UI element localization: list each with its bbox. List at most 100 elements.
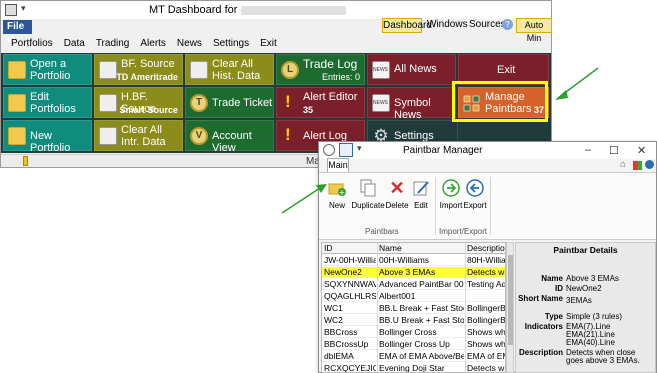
- menu-portfolios[interactable]: Portfolios: [11, 36, 53, 51]
- table-row[interactable]: WC2 BB.U Break + Fast StochBollingerBra: [322, 315, 505, 326]
- maximize-icon[interactable]: ☐: [609, 144, 619, 157]
- dashboard-menubar: Portfolios Data Trading Alerts News Sett…: [1, 36, 551, 51]
- new-button[interactable]: + New: [323, 179, 351, 210]
- open-portfolio-tile[interactable]: Open a Portfolio: [3, 54, 92, 85]
- table-row[interactable]: QQAGLHLRSEAlbert001: [322, 291, 505, 302]
- detail-label-description: Description: [518, 348, 563, 357]
- account-view-icon: V: [190, 127, 208, 145]
- clear-hist-data-tile[interactable]: Clear All Hist. Data: [185, 54, 274, 85]
- table-row[interactable]: NewOne2 Above 3 EMAs Detects wh: [322, 267, 506, 278]
- table-cell: Detects wh: [467, 267, 506, 277]
- menu-alerts[interactable]: Alerts: [140, 36, 166, 51]
- grid-header: ID Name Description: [322, 243, 505, 254]
- symbol-news-tile[interactable]: NEWS Symbol News: [367, 87, 456, 121]
- minimize-icon[interactable]: –: [585, 144, 591, 156]
- document-clear-icon: [190, 61, 208, 79]
- alert-icon: [281, 125, 299, 145]
- table-cell: Shows whe: [467, 327, 506, 337]
- table-cell: Bollinger Cross Up: [379, 339, 450, 349]
- new-portfolio-tile[interactable]: New Portfolio: [3, 120, 92, 154]
- quick-access-dropdown-icon[interactable]: ▾: [357, 143, 362, 154]
- document-clear-icon: [99, 127, 117, 145]
- grid-scrollbar[interactable]: [506, 242, 514, 373]
- color-theme-icon[interactable]: [633, 161, 642, 170]
- window-menu-icon[interactable]: [323, 144, 335, 156]
- ribbon-separator: [490, 177, 491, 235]
- import-arrow-icon: [442, 179, 460, 197]
- scrollbar-thumb[interactable]: [508, 255, 513, 345]
- home-icon[interactable]: ⌂: [620, 159, 626, 170]
- tab-main[interactable]: Main: [327, 158, 349, 172]
- dashboard-toggle-button[interactable]: Dashboard: [382, 18, 432, 33]
- delete-x-icon: ✕: [389, 178, 405, 198]
- table-cell: Testing Ad: [467, 279, 506, 289]
- duplicate-icon: [359, 179, 377, 197]
- table-row[interactable]: dblEMA EMA of EMA Above/Bel EMA of EM: [322, 351, 505, 362]
- table-cell: NewOne2: [324, 267, 362, 277]
- windows-button[interactable]: Windows: [427, 19, 468, 30]
- document-chart-icon: [99, 61, 117, 79]
- paintbar-manager-titlebar: ▾ Paintbar Manager – ☐ ✕: [319, 142, 656, 159]
- table-cell: 80H-Williams: [467, 255, 506, 265]
- account-view-tile[interactable]: V Account View: [185, 120, 274, 154]
- table-cell: BB.U Break + Fast Stoch: [379, 315, 464, 325]
- sources-button[interactable]: Sources: [469, 19, 506, 30]
- menu-settings[interactable]: Settings: [213, 36, 249, 51]
- table-row[interactable]: BBCross Bollinger Cross Shows whe: [322, 327, 506, 338]
- help-icon[interactable]: ?: [502, 19, 513, 30]
- alert-editor-tile[interactable]: Alert Editor 35: [276, 87, 365, 118]
- group-label-import-export: Import/Export: [439, 227, 488, 236]
- column-header-id[interactable]: ID: [324, 243, 376, 254]
- column-divider: [465, 243, 466, 372]
- quick-access-icon[interactable]: [5, 4, 17, 16]
- detail-label-type: Type: [544, 312, 563, 321]
- table-row[interactable]: RCXQCYEJIC Evening Doji Star Detects wh: [322, 363, 506, 373]
- menu-data[interactable]: Data: [64, 36, 85, 51]
- detail-label-id: ID: [555, 284, 563, 293]
- column-header-description[interactable]: Description: [467, 243, 505, 254]
- edit-portfolios-tile[interactable]: Edit Portfolios: [3, 87, 92, 118]
- column-header-name[interactable]: Name: [379, 243, 464, 254]
- help-icon[interactable]: [645, 160, 654, 169]
- menu-exit[interactable]: Exit: [260, 36, 277, 51]
- table-cell: SQXYNNWAV: [324, 279, 376, 289]
- close-icon[interactable]: ✕: [637, 144, 646, 157]
- trade-ticket-tile[interactable]: T Trade Ticket: [185, 87, 274, 118]
- table-cell: WC2: [324, 315, 343, 325]
- edit-button[interactable]: Edit: [407, 179, 435, 210]
- trade-log-tile[interactable]: L Trade Log Entries: 0: [276, 54, 365, 85]
- table-row[interactable]: SQXYNNWAV Advanced PaintBar 001 Testing Ad: [322, 279, 506, 290]
- status-indicator-icon: [23, 156, 28, 166]
- bf-source-tile[interactable]: BF. Source TD Ameritrade: [94, 54, 183, 85]
- new-folder-icon: +: [328, 179, 346, 197]
- file-menu-button[interactable]: File ▾: [3, 20, 32, 46]
- group-label-paintbars: Paintbars: [365, 227, 399, 236]
- hbf-source-tile[interactable]: H.BF. Source Smart Source: [94, 87, 183, 118]
- export-button[interactable]: Export: [461, 179, 489, 210]
- all-news-tile[interactable]: NEWS All News: [367, 54, 456, 85]
- table-row[interactable]: BBCrossUp Bollinger Cross Up Shows whe: [322, 339, 505, 350]
- menu-trading[interactable]: Trading: [96, 36, 130, 51]
- clear-intr-data-tile[interactable]: Clear All Intr. Data: [94, 120, 183, 151]
- detail-value-indicators: EMA(7).Line EMA(21).Line EMA(40).Line: [566, 322, 615, 347]
- table-cell: BollingerBra: [467, 303, 506, 313]
- table-cell: Albert001: [379, 291, 416, 301]
- detail-label-indicators: Indicators: [524, 322, 563, 331]
- quick-access-dropdown-icon[interactable]: ▾: [21, 3, 26, 14]
- ribbon-separator: [435, 177, 436, 235]
- table-cell: dblEMA: [324, 351, 354, 361]
- newspaper-icon: NEWS: [372, 94, 390, 112]
- detail-label-short-name: Short Name: [518, 294, 563, 303]
- folder-open-icon: [8, 61, 26, 79]
- paintbar-ribbon: + New Duplicate ✕ Delete Edit Import Exp…: [319, 172, 656, 240]
- arrow-to-manage-paintbars: [555, 67, 599, 100]
- table-row[interactable]: WC1 BB.L Break + Fast StochBollingerBra: [322, 303, 506, 314]
- table-cell: QQAGLHLRSE: [324, 291, 376, 301]
- table-cell: Detects wh: [467, 363, 506, 373]
- menu-news[interactable]: News: [177, 36, 202, 51]
- auto-min-button[interactable]: Auto Min: [516, 18, 552, 43]
- newspaper-icon: NEWS: [372, 61, 390, 79]
- table-row[interactable]: JW-00H-Willia00H-Williams 80H-Williams: [322, 255, 506, 266]
- duplicate-button[interactable]: Duplicate: [351, 179, 385, 210]
- table-cell: BBCrossUp: [324, 339, 369, 349]
